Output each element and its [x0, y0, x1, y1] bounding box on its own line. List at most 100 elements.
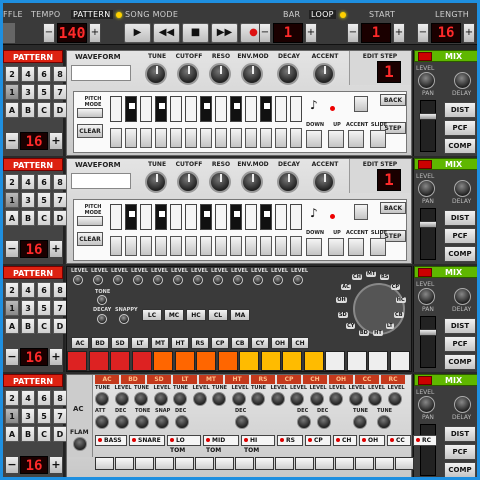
- step-button[interactable]: [175, 457, 194, 470]
- step-key[interactable]: [245, 128, 257, 148]
- pattern-key[interactable]: D: [53, 210, 67, 226]
- pattern-minus-button[interactable]: −: [5, 348, 19, 366]
- pattern-key[interactable]: 6: [37, 174, 51, 190]
- pattern-key[interactable]: D: [53, 102, 67, 118]
- knob-accent[interactable]: [313, 171, 335, 193]
- pattern-key[interactable]: 2: [5, 174, 19, 190]
- bar-plus-button[interactable]: +: [305, 23, 317, 43]
- mute-toggle[interactable]: [418, 160, 432, 169]
- param-knob[interactable]: [153, 392, 168, 406]
- fx-dist-button[interactable]: DIST: [444, 210, 476, 226]
- instrument-button[interactable]: HI TOM: [241, 435, 275, 454]
- instrument-button[interactable]: OH: [359, 435, 385, 446]
- piano-key[interactable]: [110, 96, 122, 122]
- pattern-key[interactable]: 3: [21, 84, 35, 100]
- step-button[interactable]: [115, 457, 134, 470]
- forward-button[interactable]: ▶▶: [211, 23, 238, 43]
- level-fader[interactable]: [419, 316, 437, 368]
- param-knob[interactable]: [368, 392, 382, 406]
- param-knob[interactable]: [114, 392, 129, 406]
- piano-key[interactable]: [245, 96, 257, 122]
- step-key[interactable]: [140, 236, 152, 256]
- instrument-button[interactable]: SNARE: [129, 435, 165, 446]
- pattern-key[interactable]: C: [37, 426, 51, 442]
- step-button[interactable]: [315, 457, 334, 470]
- step-button[interactable]: [131, 351, 152, 371]
- level-knob[interactable]: [113, 275, 123, 285]
- instrument-cb[interactable]: CB: [231, 337, 249, 349]
- step-button[interactable]: [153, 351, 173, 371]
- instrument-ac[interactable]: AC: [71, 337, 89, 349]
- pattern-key[interactable]: 8: [53, 390, 67, 406]
- piano-key[interactable]: [185, 96, 197, 122]
- param-knob[interactable]: [290, 392, 304, 406]
- pattern-key[interactable]: 6: [37, 66, 51, 82]
- step-key[interactable]: [230, 236, 242, 256]
- pattern-minus-button[interactable]: −: [5, 240, 19, 258]
- step-button[interactable]: [295, 457, 314, 470]
- pitch-mode-button[interactable]: [77, 108, 103, 118]
- mid-button-mc[interactable]: MC: [164, 309, 184, 321]
- level-knob[interactable]: [173, 275, 183, 285]
- step-key[interactable]: [110, 236, 122, 256]
- pattern-key[interactable]: 2: [5, 390, 19, 406]
- step-key[interactable]: [125, 128, 137, 148]
- step-button[interactable]: [217, 351, 238, 371]
- song-mode-label[interactable]: SONG MODE: [125, 10, 178, 19]
- level-knob[interactable]: [133, 275, 143, 285]
- instrument-bd[interactable]: BD: [91, 337, 109, 349]
- level-fader[interactable]: [419, 208, 437, 260]
- level-knob[interactable]: [273, 275, 283, 285]
- param-knob[interactable]: [270, 392, 285, 406]
- piano-key[interactable]: [230, 96, 242, 122]
- level-fader[interactable]: [419, 424, 437, 476]
- back-button[interactable]: BACK: [380, 202, 406, 214]
- flam-knob[interactable]: [73, 437, 87, 451]
- clear-button[interactable]: CLEAR: [77, 124, 103, 138]
- param-knob[interactable]: [173, 392, 187, 406]
- step-button[interactable]: [303, 351, 324, 371]
- step-key[interactable]: [140, 128, 152, 148]
- fader-cap[interactable]: [419, 221, 437, 228]
- step-button[interactable]: [239, 351, 259, 371]
- bar-minus-button[interactable]: −: [259, 23, 271, 43]
- instrument-button[interactable]: RC: [413, 435, 437, 446]
- piano-key[interactable]: [170, 96, 182, 122]
- mid-button-ma[interactable]: MA: [230, 309, 250, 321]
- step-button[interactable]: [375, 457, 394, 470]
- pattern-key[interactable]: 1: [5, 408, 19, 424]
- step-key[interactable]: [110, 128, 122, 148]
- fx-pcf-button[interactable]: PCF: [444, 336, 476, 352]
- step-button[interactable]: [368, 351, 388, 371]
- step-key[interactable]: [245, 236, 257, 256]
- pan-knob[interactable]: [418, 180, 435, 197]
- param-knob[interactable]: [134, 392, 148, 406]
- mute-toggle[interactable]: [418, 376, 432, 385]
- accent-button[interactable]: [348, 238, 364, 256]
- mid-button-lc[interactable]: LC: [142, 309, 162, 321]
- instrument-ht[interactable]: HT: [171, 337, 189, 349]
- pattern-key[interactable]: 5: [37, 84, 51, 100]
- step-button[interactable]: [275, 457, 294, 470]
- pattern-key[interactable]: A: [5, 102, 19, 118]
- step-button[interactable]: [235, 457, 254, 470]
- pattern-key[interactable]: 2: [5, 282, 19, 298]
- step-key[interactable]: [170, 128, 182, 148]
- loop-label[interactable]: LOOP: [309, 10, 336, 19]
- param-knob[interactable]: [387, 392, 402, 406]
- waveform-switch[interactable]: [71, 173, 131, 189]
- step-key[interactable]: [185, 236, 197, 256]
- param-knob[interactable]: [155, 415, 169, 429]
- pattern-key[interactable]: C: [37, 102, 51, 118]
- pattern-key[interactable]: 1: [5, 84, 19, 100]
- fx-dist-button[interactable]: DIST: [444, 426, 476, 442]
- pattern-key[interactable]: 7: [53, 192, 67, 208]
- level-knob[interactable]: [73, 275, 83, 285]
- pattern-key[interactable]: A: [5, 318, 19, 334]
- knob-decay[interactable]: [277, 171, 299, 193]
- pattern-key[interactable]: 4: [21, 282, 35, 298]
- pattern-key[interactable]: C: [37, 318, 51, 334]
- pattern-plus-button[interactable]: +: [49, 132, 63, 150]
- piano-key[interactable]: [215, 204, 227, 230]
- pattern-key[interactable]: 8: [53, 174, 67, 190]
